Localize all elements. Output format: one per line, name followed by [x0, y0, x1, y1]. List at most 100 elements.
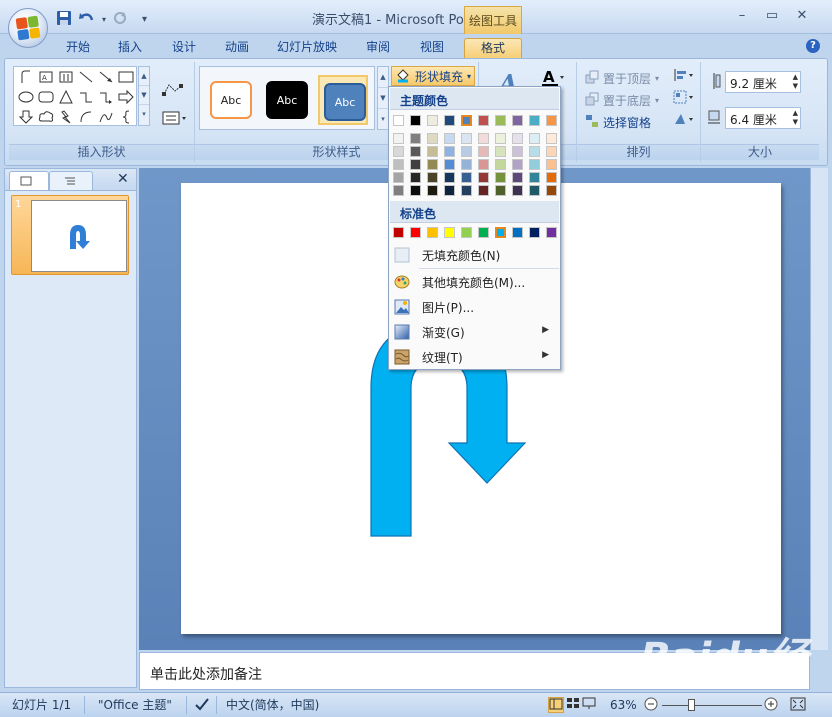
edit-shape-icon[interactable]	[161, 82, 187, 101]
height-spinner-icon[interactable]: ▲ ▼	[793, 73, 798, 91]
theme-color-swatch[interactable]	[393, 115, 404, 126]
gradient-fill-menu-item[interactable]: 渐变(G) ▶	[390, 320, 559, 344]
minimize-button[interactable]: –	[732, 8, 752, 24]
elbow-arrow-connector-icon[interactable]	[96, 88, 116, 106]
theme-shade-swatch[interactable]	[495, 159, 506, 170]
standard-color-swatch[interactable]	[494, 226, 507, 239]
standard-color-swatch[interactable]	[461, 227, 472, 238]
theme-shade-swatch[interactable]	[427, 172, 438, 183]
theme-shade-swatch[interactable]	[546, 185, 557, 196]
theme-shade-swatch[interactable]	[444, 159, 455, 170]
right-arrow-shape-icon[interactable]	[116, 88, 136, 106]
width-spinner-icon[interactable]: ▲ ▼	[793, 109, 798, 127]
theme-shade-swatch[interactable]	[461, 172, 472, 183]
rounded-rectangle-icon[interactable]	[36, 88, 56, 106]
zoom-slider-thumb[interactable]	[688, 699, 695, 711]
down-arrow-shape-icon[interactable]	[16, 108, 36, 126]
arc-shape-icon[interactable]	[76, 108, 96, 126]
theme-shade-swatch[interactable]	[478, 146, 489, 157]
more-fill-colors-menu-item[interactable]: 其他填充颜色(M)...	[390, 270, 559, 294]
theme-shade-swatch[interactable]	[444, 146, 455, 157]
zoom-slider[interactable]	[662, 697, 762, 713]
theme-shade-swatch[interactable]	[546, 172, 557, 183]
arrow-line-icon[interactable]	[96, 68, 116, 86]
theme-shade-swatch[interactable]	[444, 172, 455, 183]
style-thumbnail-orange-outline[interactable]: Abc	[206, 75, 256, 125]
shape-width-input[interactable]: 6.4 厘米 ▲ ▼	[725, 107, 801, 129]
zoom-level[interactable]: 63%	[610, 697, 637, 713]
texture-fill-menu-item[interactable]: 纹理(T) ▶	[390, 345, 559, 369]
theme-shade-swatch[interactable]	[427, 159, 438, 170]
line-shape-icon[interactable]	[76, 68, 96, 86]
theme-shade-swatch[interactable]	[512, 133, 523, 144]
theme-shade-swatch[interactable]	[393, 146, 404, 157]
tab-insert[interactable]: 插入	[112, 38, 148, 58]
rotate-icon[interactable]	[673, 112, 695, 129]
standard-color-swatch[interactable]	[444, 227, 455, 238]
theme-shade-swatch[interactable]	[427, 185, 438, 196]
theme-color-swatch[interactable]	[512, 115, 523, 126]
theme-shade-swatch[interactable]	[410, 146, 421, 157]
scroll-down-icon[interactable]: ▼	[378, 88, 388, 109]
text-box-button-icon[interactable]	[161, 110, 187, 129]
standard-color-swatch[interactable]	[512, 227, 523, 238]
theme-shade-swatch[interactable]	[495, 185, 506, 196]
outline-tab[interactable]	[49, 171, 93, 190]
slide-thumbnail[interactable]: 1	[11, 195, 129, 275]
tab-format[interactable]: 格式	[464, 38, 522, 58]
notes-pane[interactable]: 单击此处添加备注	[139, 652, 810, 690]
shape-gallery-scroll[interactable]: ▲ ▼ ▾	[138, 66, 150, 126]
slide-show-icon[interactable]	[582, 697, 596, 713]
standard-color-swatch[interactable]	[478, 227, 489, 238]
theme-shade-swatch[interactable]	[512, 172, 523, 183]
normal-view-icon[interactable]	[548, 697, 564, 713]
theme-color-swatch[interactable]	[529, 115, 540, 126]
gallery-more-icon[interactable]: ▾	[139, 105, 149, 124]
standard-color-swatch[interactable]	[393, 227, 404, 238]
tab-home[interactable]: 开始	[60, 38, 96, 58]
theme-shade-swatch[interactable]	[461, 159, 472, 170]
theme-shade-swatch[interactable]	[478, 172, 489, 183]
theme-shade-swatch[interactable]	[495, 146, 506, 157]
spell-check-icon[interactable]	[194, 697, 210, 713]
theme-shade-swatch[interactable]	[546, 133, 557, 144]
theme-shade-swatch[interactable]	[461, 146, 472, 157]
maximize-button[interactable]: ▭	[762, 8, 782, 24]
shape-gallery[interactable]: A	[13, 66, 137, 126]
zoom-in-icon[interactable]	[764, 697, 778, 713]
elbow-connector-icon[interactable]	[76, 88, 96, 106]
picture-fill-menu-item[interactable]: 图片(P)...	[390, 295, 559, 319]
theme-shade-swatch[interactable]	[478, 185, 489, 196]
standard-color-swatch[interactable]	[529, 227, 540, 238]
theme-shade-swatch[interactable]	[461, 133, 472, 144]
style-thumbnail-black[interactable]: Abc	[262, 75, 312, 125]
tab-review[interactable]: 审阅	[360, 38, 396, 58]
theme-color-swatch[interactable]	[546, 115, 557, 126]
tab-animations[interactable]: 动画	[219, 38, 255, 58]
theme-shade-swatch[interactable]	[529, 133, 540, 144]
theme-shade-swatch[interactable]	[444, 133, 455, 144]
bring-to-front-button[interactable]: 置于顶层 ▾	[585, 68, 659, 88]
theme-shade-swatch[interactable]	[393, 172, 404, 183]
theme-shade-swatch[interactable]	[410, 172, 421, 183]
tab-design[interactable]: 设计	[166, 38, 202, 58]
theme-shade-swatch[interactable]	[393, 185, 404, 196]
theme-color-swatch[interactable]	[427, 115, 438, 126]
textbox-shape-icon[interactable]: A	[36, 68, 56, 86]
theme-shade-swatch[interactable]	[512, 146, 523, 157]
help-icon[interactable]: ?	[806, 39, 820, 53]
theme-shade-swatch[interactable]	[410, 185, 421, 196]
theme-color-swatch[interactable]	[410, 115, 421, 126]
theme-shade-swatch[interactable]	[393, 133, 404, 144]
standard-color-swatch[interactable]	[546, 227, 557, 238]
send-to-back-button[interactable]: 置于底层 ▾	[585, 90, 659, 110]
style-thumbnail-blue-selected[interactable]: Abc	[318, 75, 368, 125]
theme-color-swatch[interactable]	[444, 115, 455, 126]
standard-color-swatch[interactable]	[410, 227, 421, 238]
theme-shade-swatch[interactable]	[427, 133, 438, 144]
gallery-more-icon[interactable]: ▾	[378, 109, 388, 129]
theme-color-swatch[interactable]	[460, 114, 473, 127]
freeform-shape-icon[interactable]	[16, 68, 36, 86]
theme-shade-swatch[interactable]	[495, 133, 506, 144]
theme-shade-swatch[interactable]	[512, 185, 523, 196]
